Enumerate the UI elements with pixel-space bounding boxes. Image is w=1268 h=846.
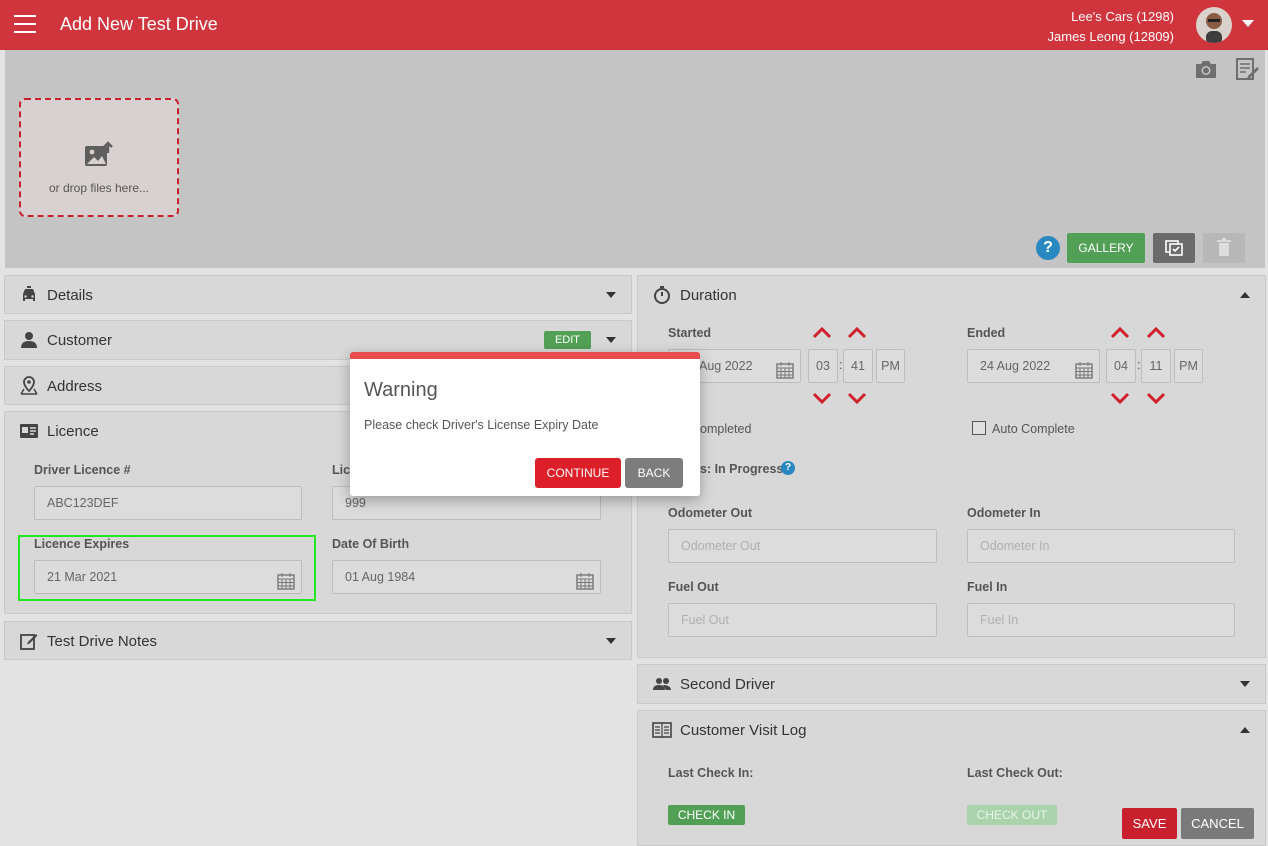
- calendar-icon[interactable]: [576, 570, 594, 602]
- stopwatch-icon: [652, 285, 672, 309]
- dob-value: 01 Aug 1984: [345, 570, 416, 584]
- ended-ampm-field[interactable]: PM: [1174, 349, 1203, 383]
- chevron-down-icon[interactable]: [1110, 392, 1130, 409]
- started-hour-field[interactable]: 03: [808, 349, 838, 383]
- customer-title: Customer: [47, 332, 113, 349]
- log-book-icon: [652, 720, 672, 744]
- ended-date-value: 24 Aug 2022: [980, 359, 1051, 373]
- fuel-in-field[interactable]: Fuel In: [967, 603, 1235, 637]
- fuel-out-field[interactable]: Fuel Out: [668, 603, 937, 637]
- odometer-in-label: Odometer In: [967, 506, 1041, 520]
- check-out-button[interactable]: CHECK OUT: [967, 805, 1057, 825]
- last-check-out-label: Last Check Out:: [967, 766, 1063, 780]
- last-check-in-label: Last Check In:: [668, 766, 754, 780]
- auto-complete-label: Auto Complete: [992, 422, 1075, 436]
- licence-number-field[interactable]: ABC123DEF: [34, 486, 302, 520]
- user-menu-caret-icon[interactable]: [1242, 20, 1254, 27]
- chevron-down-icon[interactable]: [606, 292, 616, 298]
- auto-complete-checkbox[interactable]: [972, 421, 986, 435]
- chevron-down-icon[interactable]: [812, 392, 832, 409]
- licence-number-label: Driver Licence #: [34, 463, 131, 477]
- ended-date-field[interactable]: 24 Aug 2022: [967, 349, 1100, 383]
- odometer-out-field[interactable]: Odometer Out: [668, 529, 937, 563]
- status-label: s: In Progress: [700, 462, 784, 476]
- chevron-down-icon[interactable]: [1240, 681, 1250, 687]
- started-label: Started: [668, 326, 712, 340]
- file-dropzone[interactable]: or drop files here...: [19, 98, 179, 217]
- cancel-button[interactable]: CANCEL: [1181, 808, 1254, 839]
- calendar-icon[interactable]: [776, 359, 794, 391]
- gallery-button[interactable]: GALLERY: [1067, 233, 1145, 263]
- dropzone-text: or drop files here...: [48, 181, 150, 195]
- select-all-button[interactable]: [1153, 233, 1195, 263]
- odometer-in-field[interactable]: Odometer In: [967, 529, 1235, 563]
- people-icon: [652, 674, 672, 698]
- chevron-up-icon[interactable]: [1110, 325, 1130, 342]
- completed-label: ompleted: [700, 422, 752, 436]
- details-title: Details: [47, 287, 93, 304]
- dialog-title: Warning: [364, 379, 438, 401]
- delete-button[interactable]: [1203, 233, 1245, 263]
- car-icon: [19, 285, 39, 309]
- status-help-icon[interactable]: ?: [781, 461, 795, 475]
- chevron-up-icon[interactable]: [1240, 292, 1250, 298]
- second-driver-title: Second Driver: [680, 676, 776, 693]
- person-icon: [19, 330, 39, 354]
- back-button[interactable]: BACK: [625, 458, 683, 488]
- user-name: James Leong (12809): [1047, 29, 1174, 44]
- ended-label: Ended: [967, 326, 1006, 340]
- started-ampm-field[interactable]: PM: [876, 349, 905, 383]
- dialog-message: Please check Driver's License Expiry Dat…: [364, 418, 599, 432]
- warning-dialog: Warning Please check Driver's License Ex…: [350, 352, 700, 496]
- chevron-down-icon[interactable]: [606, 337, 616, 343]
- page-title: Add New Test Drive: [60, 14, 218, 34]
- started-minute-field[interactable]: 41: [843, 349, 873, 383]
- chevron-up-icon[interactable]: [1240, 727, 1250, 733]
- time-separator: :: [839, 358, 843, 372]
- visit-log-title: Customer Visit Log: [680, 722, 807, 739]
- continue-button[interactable]: CONTINUE: [535, 458, 621, 488]
- chevron-down-icon[interactable]: [847, 392, 867, 409]
- dealer-name: Lee's Cars (1298): [1071, 9, 1174, 24]
- ended-minute-field[interactable]: 11: [1141, 349, 1171, 383]
- menu-icon[interactable]: [14, 15, 36, 33]
- notes-panel[interactable]: Test Drive Notes: [4, 621, 632, 660]
- id-card-icon: [19, 421, 39, 445]
- dob-field[interactable]: 01 Aug 1984: [332, 560, 601, 594]
- top-bar: Add New Test Drive Lee's Cars (1298) Jam…: [0, 0, 1268, 50]
- chevron-up-icon[interactable]: [1146, 325, 1166, 342]
- notes-icon[interactable]: [1234, 56, 1260, 85]
- chevron-down-icon[interactable]: [1146, 392, 1166, 409]
- camera-icon[interactable]: [1194, 58, 1218, 83]
- duration-title: Duration: [680, 287, 737, 304]
- save-button[interactable]: SAVE: [1122, 808, 1177, 839]
- calendar-icon[interactable]: [1075, 359, 1093, 391]
- odometer-out-label: Odometer Out: [668, 506, 753, 520]
- help-icon[interactable]: ?: [1036, 236, 1060, 260]
- map-pin-icon: [19, 376, 39, 400]
- chevron-up-icon[interactable]: [847, 325, 867, 342]
- user-info[interactable]: Lee's Cars (1298) James Leong (12809): [1048, 7, 1174, 47]
- licence-expires-highlight: [18, 535, 316, 601]
- time-separator: :: [1137, 358, 1141, 372]
- address-title: Address: [47, 378, 103, 395]
- add-image-icon: [83, 140, 115, 171]
- licence-title[interactable]: Licence: [47, 423, 99, 440]
- licence-second-label: Lic: [332, 463, 351, 477]
- fuel-out-label: Fuel Out: [668, 580, 719, 594]
- edit-customer-button[interactable]: EDIT: [544, 331, 591, 349]
- edit-note-icon: [19, 631, 39, 655]
- avatar[interactable]: [1196, 7, 1232, 43]
- chevron-down-icon[interactable]: [606, 638, 616, 644]
- ended-hour-field[interactable]: 04: [1106, 349, 1136, 383]
- notes-title: Test Drive Notes: [47, 633, 158, 650]
- dob-label: Date Of Birth: [332, 537, 410, 551]
- second-driver-panel[interactable]: Second Driver: [637, 664, 1266, 704]
- chevron-up-icon[interactable]: [812, 325, 832, 342]
- check-in-button[interactable]: CHECK IN: [668, 805, 745, 825]
- fuel-in-label: Fuel In: [967, 580, 1008, 594]
- details-panel[interactable]: Details: [4, 275, 632, 314]
